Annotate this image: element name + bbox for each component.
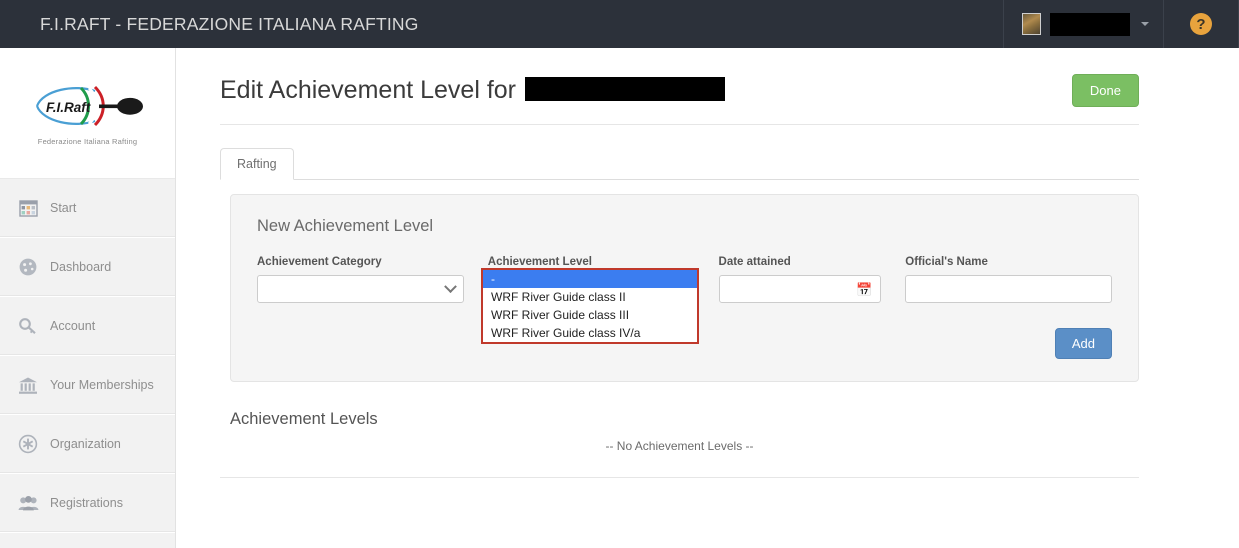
user-name-redacted [1050, 12, 1130, 36]
bank-icon [17, 374, 39, 396]
grid-dashboard-icon [17, 197, 39, 219]
help-button[interactable]: ? [1163, 0, 1239, 48]
page-header: Edit Achievement Level for Done [176, 48, 1239, 107]
date-attained-input[interactable]: 📅 [718, 275, 882, 303]
page-title-redacted-name [525, 77, 725, 101]
page-title: Edit Achievement Level for [220, 74, 725, 105]
help-question-icon: ? [1190, 13, 1212, 35]
field-achievement-category: Achievement Category [257, 256, 464, 303]
achievement-category-label: Achievement Category [257, 256, 382, 268]
user-menu[interactable] [1003, 0, 1163, 48]
people-group-icon [17, 492, 39, 514]
field-date-attained: Date attained 📅 [718, 256, 882, 303]
officials-name-label: Official's Name [905, 256, 988, 268]
officials-name-input[interactable] [905, 275, 1113, 303]
date-attained-label: Date attained [718, 256, 791, 268]
sidebar-item-label: Organization [50, 437, 121, 451]
sidebar-item-label: Dashboard [50, 260, 112, 274]
chevron-down-icon [443, 279, 457, 293]
done-button[interactable]: Done [1071, 74, 1139, 107]
logo-subtitle: Federazione Italiana Rafting [37, 137, 138, 146]
dropdown-option[interactable]: WRF River Guide class III [483, 306, 697, 324]
achievement-levels-empty-message: -- No Achievement Levels -- [605, 439, 754, 453]
achievement-levels-heading: Achievement Levels [230, 410, 378, 428]
main-content: Edit Achievement Level for Done Rafting … [176, 48, 1239, 548]
section-divider [220, 477, 1139, 478]
chevron-down-icon [1141, 22, 1149, 26]
svg-text:F.I.Raft: F.I.Raft [46, 100, 91, 115]
avatar [1022, 13, 1041, 35]
sidebar-item-label: Your Memberships [50, 378, 154, 392]
dropdown-option[interactable]: WRF River Guide class II [483, 288, 697, 306]
sidebar-item-registrations[interactable]: Registrations [0, 474, 175, 533]
add-button[interactable]: Add [1054, 328, 1112, 359]
page-title-text: Edit Achievement Level for [220, 76, 516, 104]
sidebar-item-label: Account [50, 319, 96, 333]
sidebar-item-label: Start [50, 201, 77, 215]
asterisk-circle-icon [17, 433, 39, 455]
achievement-level-dropdown-list[interactable]: - WRF River Guide class II WRF River Gui… [481, 268, 699, 344]
top-navbar: F.I.RAFT - FEDERAZIONE ITALIANA RAFTING … [0, 0, 1239, 48]
key-icon [17, 315, 39, 337]
sidebar-item-account[interactable]: Account [0, 297, 175, 356]
sidebar-item-dashboard[interactable]: Dashboard [0, 238, 175, 297]
tab-rafting[interactable]: Rafting [220, 148, 294, 180]
sidebar: F.I.Raft Federazione Italiana Rafting St… [0, 48, 176, 548]
firaft-logo-icon: F.I.Raft [29, 80, 147, 132]
field-officials-name: Official's Name [905, 256, 1113, 303]
sidebar-item-label: Registrations [50, 496, 123, 510]
achievement-level-label: Achievement Level [487, 256, 592, 268]
achievement-category-select[interactable] [257, 275, 464, 303]
new-achievement-level-panel: New Achievement Level Achievement Catego… [230, 194, 1139, 382]
sidebar-item-organization[interactable]: Organization [0, 415, 175, 474]
calendar-icon[interactable]: 📅 [856, 283, 872, 296]
sidebar-item-start[interactable]: Start [0, 179, 175, 238]
brand-title: F.I.RAFT - FEDERAZIONE ITALIANA RAFTING [40, 13, 419, 34]
dropdown-option[interactable]: WRF River Guide class IV/a [483, 324, 697, 342]
sidebar-item-your-memberships[interactable]: Your Memberships [0, 356, 175, 415]
navbar-spacer [419, 0, 1003, 48]
sidebar-logo[interactable]: F.I.Raft Federazione Italiana Rafting [0, 48, 175, 179]
dropdown-option[interactable]: - [483, 270, 697, 288]
gauge-icon [17, 256, 39, 278]
tab-bar: Rafting [220, 147, 1139, 180]
panel-title: New Achievement Level [257, 217, 434, 235]
header-divider [220, 124, 1139, 125]
